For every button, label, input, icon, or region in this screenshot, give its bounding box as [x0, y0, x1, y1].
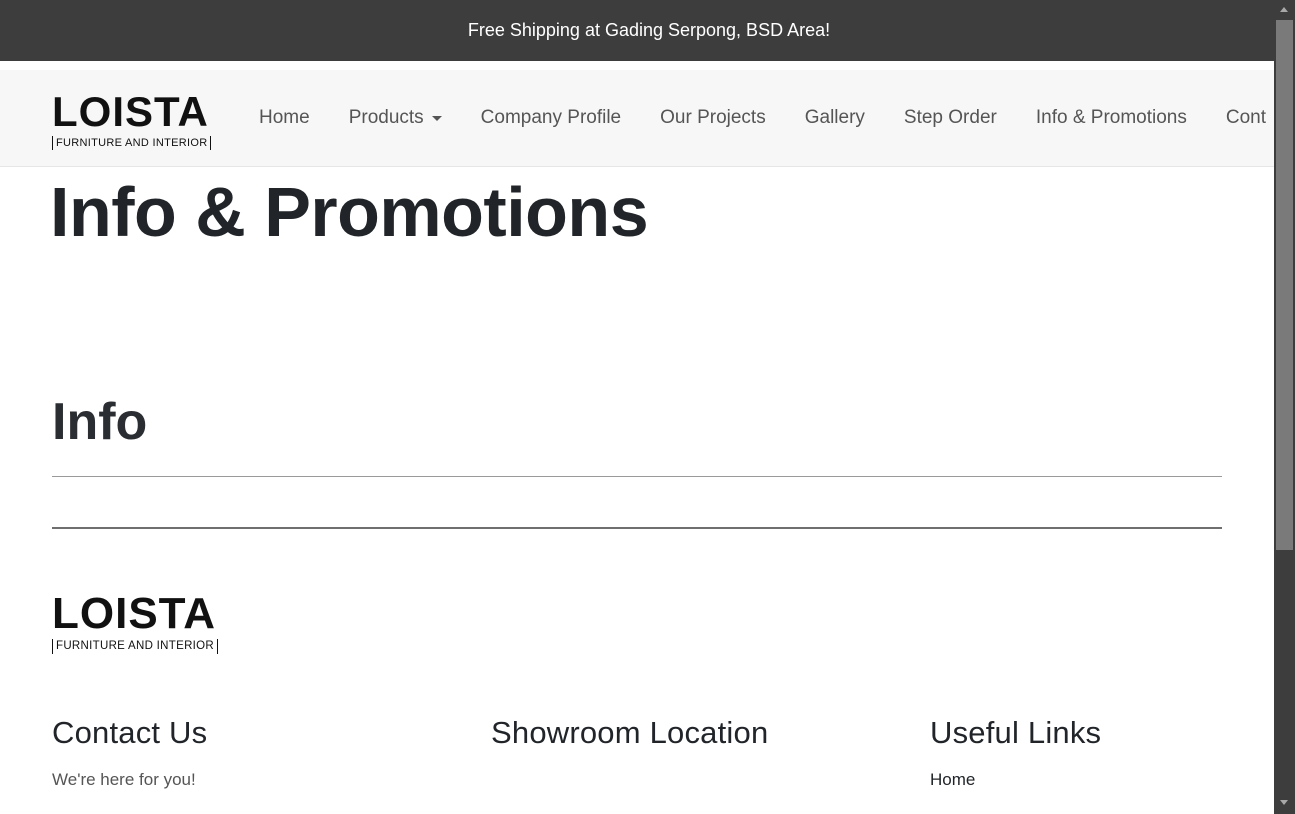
footer-showroom-heading: Showroom Location [491, 715, 769, 750]
nav-home[interactable]: Home [259, 107, 310, 129]
navbar: LOISTA FURNITURE AND INTERIOR Home Produ… [0, 70, 1274, 167]
page-title: Info & Promotions [50, 173, 649, 251]
page: Free Shipping at Gading Serpong, BSD Are… [0, 0, 1274, 814]
nav-products-label: Products [348, 107, 424, 128]
vertical-scrollbar[interactable] [1274, 0, 1295, 814]
logo-tagline: FURNITURE AND INTERIOR [52, 136, 212, 150]
footer-logo[interactable]: LOISTA FURNITURE AND INTERIOR [52, 589, 219, 654]
nav-contact[interactable]: Cont [1226, 107, 1266, 129]
announcement-bar: Free Shipping at Gading Serpong, BSD Are… [0, 0, 1274, 61]
nav-company-profile[interactable]: Company Profile [481, 107, 621, 129]
scroll-down-arrow-icon[interactable] [1280, 800, 1288, 805]
nav-products[interactable]: Products [349, 107, 442, 129]
footer-link-home[interactable]: Home [930, 770, 1101, 790]
logo-wordmark: LOISTA [52, 88, 209, 135]
footer-links: Useful Links Home [930, 713, 1101, 790]
footer-divider [52, 527, 1222, 529]
footer-contact-text: We're here for you! [52, 770, 196, 789]
section-heading-info: Info [52, 393, 148, 451]
nav-our-projects[interactable]: Our Projects [660, 107, 766, 129]
footer-logo-wordmark: LOISTA [52, 589, 217, 638]
nav-step-order[interactable]: Step Order [904, 107, 997, 129]
scroll-up-arrow-icon[interactable] [1280, 7, 1288, 12]
footer-logo-tagline: FURNITURE AND INTERIOR [52, 639, 219, 654]
scrollbar-thumb[interactable] [1276, 20, 1293, 550]
footer-contact-heading: Contact Us [52, 715, 208, 750]
announcement-text: Free Shipping at Gading Serpong, BSD Are… [467, 20, 831, 40]
section-divider [52, 476, 1222, 477]
footer-links-heading: Useful Links [930, 715, 1102, 750]
main-nav: Home Products Company Profile Our Projec… [259, 70, 1274, 166]
header-logo[interactable]: LOISTA FURNITURE AND INTERIOR [52, 88, 212, 151]
caret-down-icon [431, 115, 442, 121]
nav-gallery[interactable]: Gallery [805, 107, 865, 129]
footer-contact: Contact Us We're here for you! [52, 713, 207, 790]
footer-showroom: Showroom Location [491, 713, 768, 753]
nav-info-promotions[interactable]: Info & Promotions [1036, 107, 1187, 129]
